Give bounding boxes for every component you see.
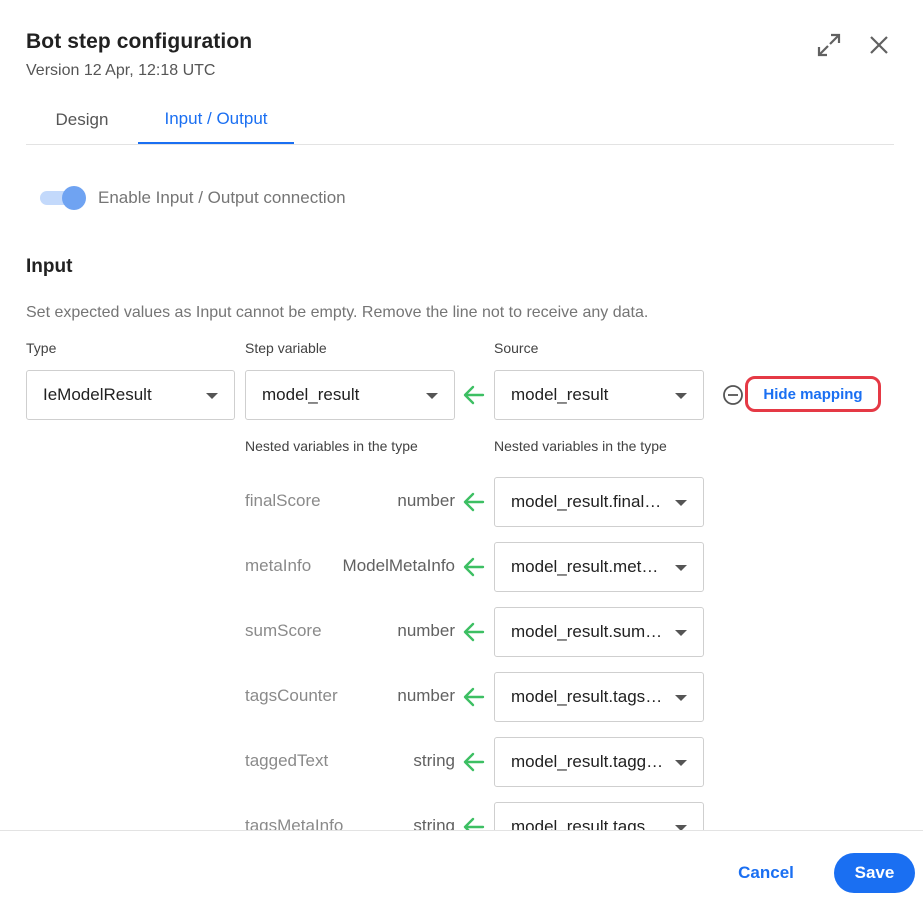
tab-bar: Design Input / Output: [26, 96, 894, 145]
nested-variable-type: ModelMetaInfo: [342, 556, 455, 575]
nested-source-select[interactable]: model_result.tagsCounter: [494, 672, 704, 722]
arrow-left-icon: [463, 557, 485, 577]
nested-variables-label: Nested variables in the type: [245, 438, 418, 454]
chevron-down-icon: [675, 393, 687, 399]
nested-variable-name: metaInfo: [245, 556, 312, 575]
source-column-label: Source: [494, 340, 539, 356]
dialog-subtitle: Version 12 Apr, 12:18 UTC: [26, 62, 216, 79]
nested-variable-type: number: [397, 491, 455, 510]
dialog-footer: Cancel Save: [0, 830, 923, 902]
chevron-down-icon: [675, 760, 687, 766]
arrow-left-icon: [463, 622, 485, 642]
nested-variable-type: string: [413, 816, 455, 830]
nested-source-select[interactable]: model_result.metaInfo: [494, 542, 704, 592]
nested-variable-name: tagsMetaInfo: [245, 816, 344, 830]
hide-mapping-button[interactable]: Hide mapping: [745, 376, 881, 412]
dialog-header: Bot step configuration Version 12 Apr, 1…: [26, 30, 252, 80]
tab-input-output[interactable]: Input / Output: [138, 96, 294, 144]
arrow-left-icon: [463, 687, 485, 707]
expand-icon[interactable]: [814, 30, 844, 60]
chevron-down-icon: [675, 500, 687, 506]
step-variable-column-label: Step variable: [245, 340, 327, 356]
type-column-label: Type: [26, 340, 57, 356]
nested-source-select[interactable]: model_result.finalScore: [494, 477, 704, 527]
nested-variable-type: string: [413, 751, 455, 770]
nested-source-select[interactable]: model_result.sumScore: [494, 607, 704, 657]
dialog-body: Bot step configuration Version 12 Apr, 1…: [0, 0, 923, 830]
arrow-left-icon: [463, 752, 485, 772]
nested-variable-name: finalScore: [245, 491, 321, 510]
input-section-title: Input: [26, 256, 73, 277]
step-variable-select[interactable]: model_result: [245, 370, 455, 420]
arrow-left-icon: [463, 817, 485, 830]
nested-variable-name: tagsCounter: [245, 686, 338, 705]
nested-variable-name: taggedText: [245, 751, 329, 770]
tab-design[interactable]: Design: [26, 96, 138, 144]
cancel-button[interactable]: Cancel: [720, 853, 812, 893]
nested-source-select[interactable]: model_result.tagsMetaInfo: [494, 802, 704, 830]
chevron-down-icon: [675, 565, 687, 571]
type-select[interactable]: IeModelResult: [26, 370, 235, 420]
input-hint: Set expected values as Input cannot be e…: [26, 304, 649, 321]
dialog-title: Bot step configuration: [26, 30, 253, 53]
save-button[interactable]: Save: [834, 853, 915, 893]
source-select[interactable]: model_result: [494, 370, 704, 420]
io-connection-toggle[interactable]: [40, 185, 88, 211]
remove-line-icon[interactable]: [722, 384, 744, 406]
chevron-down-icon: [426, 393, 438, 399]
nested-variable-type: number: [397, 686, 455, 705]
arrow-left-icon: [463, 385, 485, 405]
chevron-down-icon: [675, 695, 687, 701]
chevron-down-icon: [206, 393, 218, 399]
nested-variable-name: sumScore: [245, 621, 322, 640]
chevron-down-icon: [675, 630, 687, 636]
io-connection-toggle-row: Enable Input / Output connection: [40, 185, 346, 211]
arrow-left-icon: [463, 492, 485, 512]
nested-variable-type: number: [397, 621, 455, 640]
close-icon[interactable]: [864, 30, 894, 60]
io-connection-toggle-label: Enable Input / Output connection: [98, 188, 346, 207]
nested-source-select[interactable]: model_result.taggedText: [494, 737, 704, 787]
nested-source-label: Nested variables in the type: [494, 438, 667, 454]
